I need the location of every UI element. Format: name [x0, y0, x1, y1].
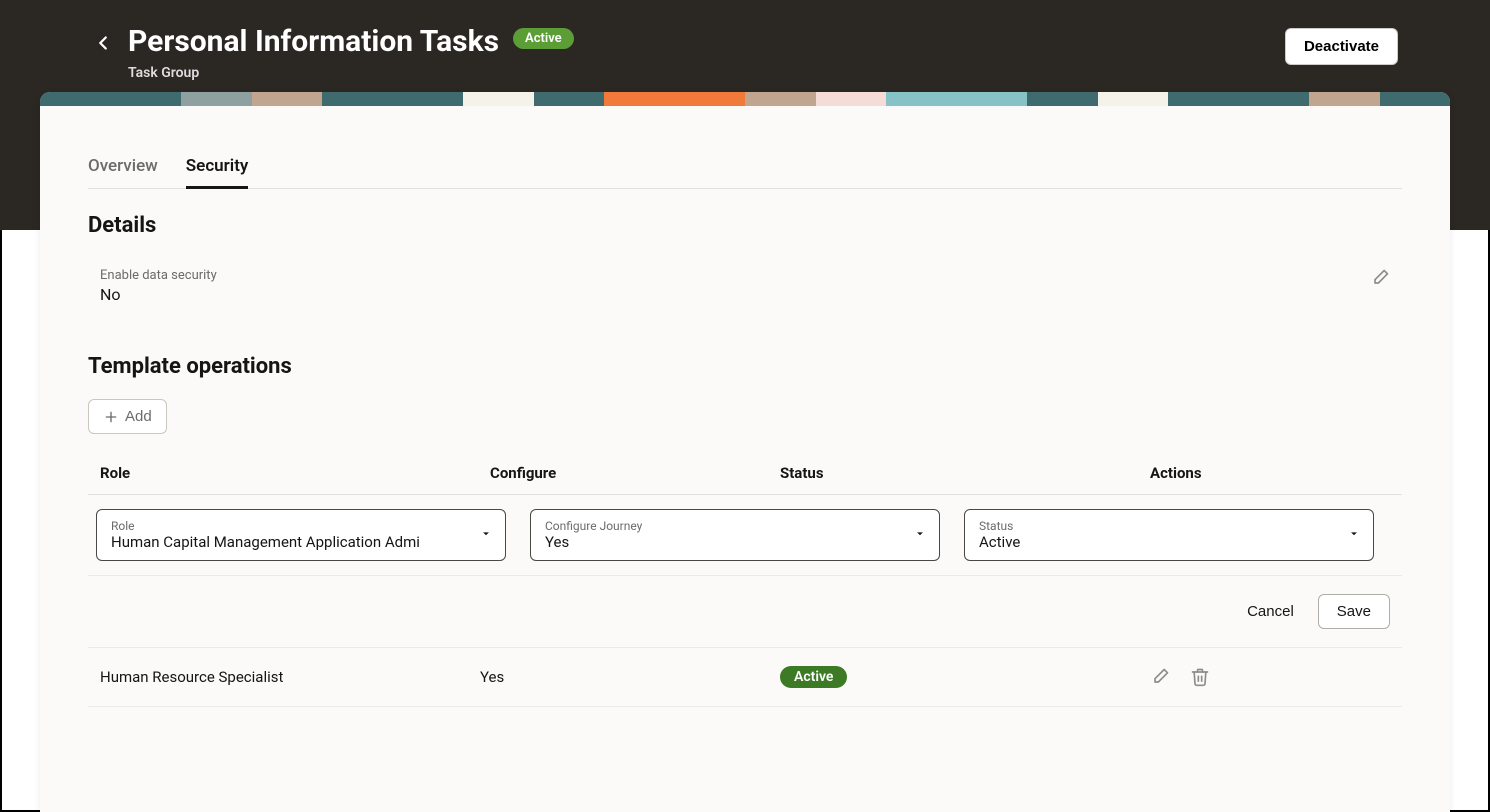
back-chevron-icon[interactable] — [92, 32, 116, 56]
edit-details-icon[interactable] — [1370, 268, 1390, 288]
caret-down-icon — [1347, 526, 1361, 545]
details-title: Details — [88, 213, 1402, 238]
role-select-label: Role — [111, 519, 491, 533]
delete-row-icon[interactable] — [1190, 667, 1210, 687]
row-role: Human Resource Specialist — [100, 668, 480, 686]
row-status: Active — [780, 666, 1150, 688]
edit-row-actions: Cancel Save — [88, 576, 1402, 648]
status-badge: Active — [513, 28, 574, 49]
tab-security[interactable]: Security — [186, 156, 249, 189]
deactivate-button[interactable]: Deactivate — [1285, 28, 1398, 65]
page-subtitle: Task Group — [128, 65, 1285, 81]
configure-select-label: Configure Journey — [545, 519, 925, 533]
row-status-chip: Active — [780, 666, 847, 688]
status-select-value: Active — [979, 533, 1359, 551]
page-title: Personal Information Tasks — [128, 24, 499, 59]
status-select-label: Status — [979, 519, 1359, 533]
enable-security-value: No — [100, 285, 1370, 304]
table-header: Role Configure Status Actions — [88, 464, 1402, 495]
col-status: Status — [780, 464, 1150, 482]
save-button[interactable]: Save — [1318, 594, 1390, 629]
tabs: Overview Security — [88, 156, 1402, 189]
col-actions: Actions — [1150, 464, 1390, 482]
row-configure: Yes — [480, 668, 780, 686]
row-actions — [1150, 667, 1390, 687]
table-row: Human Resource Specialist Yes Active — [88, 648, 1402, 707]
edit-row-icon[interactable] — [1150, 667, 1170, 687]
cancel-button[interactable]: Cancel — [1241, 595, 1300, 628]
enable-security-label: Enable data security — [100, 268, 1370, 283]
role-select-value: Human Capital Management Application Adm… — [111, 533, 491, 551]
tab-overview[interactable]: Overview — [88, 156, 158, 188]
template-ops-title: Template operations — [88, 354, 1402, 379]
configure-select[interactable]: Configure Journey Yes — [530, 509, 940, 561]
add-button[interactable]: Add — [88, 399, 167, 434]
role-select[interactable]: Role Human Capital Management Applicatio… — [96, 509, 506, 561]
decorative-strip — [40, 92, 1450, 106]
caret-down-icon — [913, 526, 927, 545]
main-card: Overview Security Details Enable data se… — [40, 92, 1450, 812]
caret-down-icon — [479, 526, 493, 545]
add-label: Add — [125, 408, 152, 425]
plus-icon — [103, 409, 119, 425]
configure-select-value: Yes — [545, 533, 925, 551]
edit-row: Role Human Capital Management Applicatio… — [88, 495, 1402, 576]
col-role: Role — [100, 464, 490, 482]
status-select[interactable]: Status Active — [964, 509, 1374, 561]
col-configure: Configure — [490, 464, 780, 482]
